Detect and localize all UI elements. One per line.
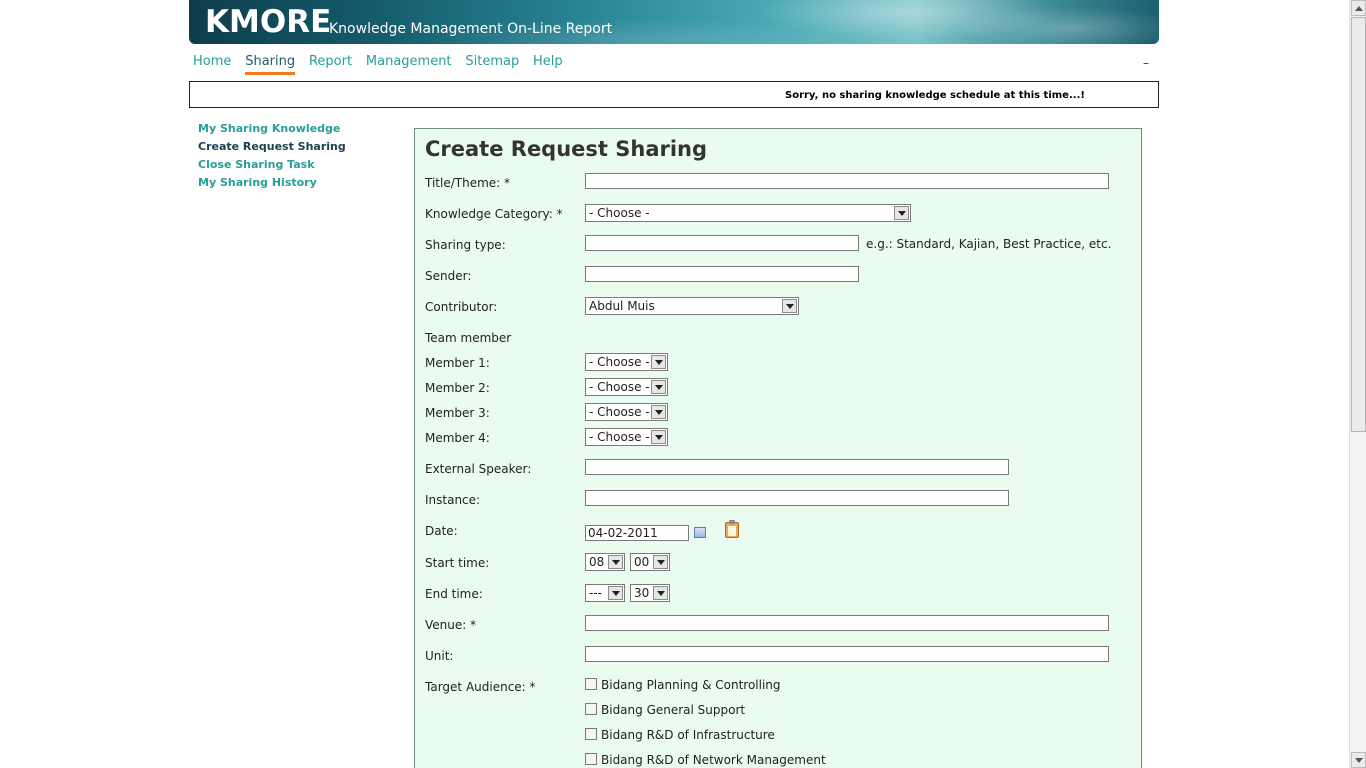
chevron-down-icon (653, 555, 668, 569)
end-minute-value: 30 (634, 586, 650, 600)
sharing-type-hint: e.g.: Standard, Kajian, Best Practice, e… (866, 237, 1112, 251)
label-start-time: Start time: (425, 556, 490, 570)
label-external-speaker: External Speaker: (425, 462, 532, 476)
venue-input[interactable] (585, 615, 1109, 631)
audience-checkbox-general-support[interactable] (585, 703, 597, 715)
notice-text: Sorry, no sharing knowledge schedule at … (785, 90, 1085, 101)
nav-help[interactable]: Help (533, 54, 563, 69)
label-member-3: Member 3: (425, 406, 490, 420)
label-end-time: End time: (425, 587, 483, 601)
member-3-value: - Choose - (589, 405, 650, 419)
label-instance: Instance: (425, 493, 481, 507)
label-team-member: Team member (425, 331, 512, 345)
label-contributor: Contributor: (425, 300, 498, 314)
knowledge-category-select[interactable]: - Choose - (585, 204, 911, 222)
scroll-down-icon[interactable] (1351, 752, 1366, 768)
chevron-down-icon (651, 380, 666, 394)
audience-checkbox-planning-controlling[interactable] (585, 678, 597, 690)
chevron-down-icon (608, 586, 623, 600)
member-2-value: - Choose - (589, 380, 650, 394)
audience-label-rd-infrastructure: Bidang R&D of Infrastructure (601, 728, 775, 742)
form-title: Create Request Sharing (425, 137, 708, 161)
label-target-audience: Target Audience: * (425, 680, 536, 694)
member-3-select[interactable]: - Choose - (585, 403, 668, 421)
sidebar: My Sharing Knowledge Create Request Shar… (198, 122, 346, 194)
label-date: Date: (425, 524, 458, 538)
nav-sitemap[interactable]: Sitemap (465, 54, 519, 69)
sender-input[interactable] (585, 266, 859, 282)
chevron-down-icon (782, 299, 797, 313)
create-request-form: Create Request Sharing Title/Theme: * Kn… (414, 128, 1142, 768)
header-banner: KMORE Knowledge Management On-Line Repor… (189, 0, 1159, 44)
audience-label-general-support: Bidang General Support (601, 703, 746, 717)
external-speaker-input[interactable] (585, 459, 1009, 475)
brand-subtitle: Knowledge Management On-Line Report (329, 21, 613, 37)
sidebar-item-create-request-sharing[interactable]: Create Request Sharing (198, 140, 346, 158)
start-hour-select[interactable]: 08 (585, 553, 625, 571)
chevron-down-icon (651, 355, 666, 369)
sidebar-item-close-sharing-task[interactable]: Close Sharing Task (198, 158, 346, 176)
knowledge-category-value: - Choose - (589, 206, 650, 220)
contributor-select[interactable]: Abdul Muis (585, 297, 799, 315)
label-member-2: Member 2: (425, 381, 490, 395)
contributor-value: Abdul Muis (589, 299, 655, 313)
chevron-down-icon (653, 586, 668, 600)
scroll-up-icon[interactable] (1351, 0, 1366, 16)
page: KMORE Knowledge Management On-Line Repor… (0, 0, 1366, 768)
end-hour-value: --- (589, 586, 602, 600)
end-hour-select[interactable]: --- (585, 584, 625, 602)
label-title-theme: Title/Theme: * (425, 176, 511, 190)
label-sharing-type: Sharing type: (425, 238, 506, 252)
vertical-scrollbar[interactable] (1349, 0, 1366, 768)
label-sender: Sender: (425, 269, 472, 283)
brand-logo: KMORE (205, 4, 332, 40)
sidebar-item-my-sharing-history[interactable]: My Sharing History (198, 176, 346, 194)
member-1-select[interactable]: - Choose - (585, 353, 668, 371)
nav-management[interactable]: Management (366, 54, 452, 69)
title-theme-input[interactable] (585, 173, 1109, 189)
main-nav: Home Sharing Report Management Sitemap H… (193, 54, 573, 76)
label-unit: Unit: (425, 649, 454, 663)
nav-home[interactable]: Home (193, 54, 231, 69)
label-knowledge-category: Knowledge Category: * (425, 207, 563, 221)
calendar-icon[interactable] (694, 527, 706, 538)
instance-input[interactable] (585, 490, 1009, 506)
label-member-1: Member 1: (425, 356, 490, 370)
label-venue: Venue: * (425, 618, 477, 632)
audience-label-rd-network-management: Bidang R&D of Network Management (601, 753, 826, 767)
clipboard-icon[interactable] (725, 520, 739, 538)
scroll-thumb[interactable] (1351, 17, 1366, 432)
start-hour-value: 08 (589, 555, 605, 569)
sharing-type-input[interactable] (585, 235, 859, 251)
nav-right-marker: – (1143, 56, 1149, 70)
start-minute-value: 00 (634, 555, 650, 569)
nav-sharing[interactable]: Sharing (245, 54, 295, 75)
chevron-down-icon (651, 430, 666, 444)
member-4-value: - Choose - (589, 430, 650, 444)
schedule-notice: Sorry, no sharing knowledge schedule at … (189, 81, 1159, 108)
end-minute-select[interactable]: 30 (630, 584, 670, 602)
chevron-down-icon (651, 405, 666, 419)
unit-input[interactable] (585, 646, 1109, 662)
member-1-value: - Choose - (589, 355, 650, 369)
date-input[interactable]: 04-02-2011 (585, 525, 689, 541)
member-4-select[interactable]: - Choose - (585, 428, 668, 446)
audience-checkbox-rd-infrastructure[interactable] (585, 728, 597, 740)
sidebar-item-my-sharing-knowledge[interactable]: My Sharing Knowledge (198, 122, 346, 140)
label-member-4: Member 4: (425, 431, 490, 445)
audience-checkbox-rd-network-management[interactable] (585, 753, 597, 765)
chevron-down-icon (608, 555, 623, 569)
start-minute-select[interactable]: 00 (630, 553, 670, 571)
audience-label-planning-controlling: Bidang Planning & Controlling (601, 678, 781, 692)
chevron-down-icon (894, 206, 909, 220)
member-2-select[interactable]: - Choose - (585, 378, 668, 396)
nav-report[interactable]: Report (309, 54, 352, 69)
